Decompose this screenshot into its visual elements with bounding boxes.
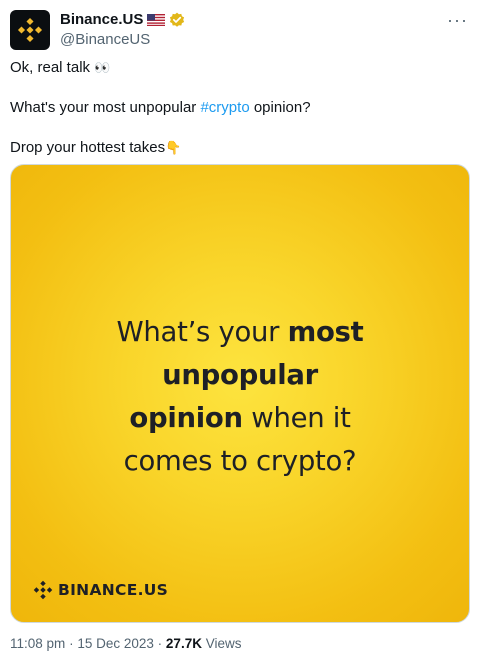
eyes-emoji-icon: 👀 [94, 60, 111, 75]
tweet-text: Ok, real talk 👀 What's your most unpopul… [10, 58, 470, 158]
image-brand-logo: BINANCE.US [33, 580, 168, 600]
pointing-down-emoji-icon: 👇 [165, 140, 182, 155]
meta-separator: · [157, 636, 163, 651]
tweet-metadata: 11:08 pm · 15 Dec 2023 · 27.7K Views [10, 636, 242, 651]
avatar[interactable] [10, 10, 50, 50]
binance-logo-icon [17, 17, 43, 43]
author-name-row[interactable]: Binance.US [60, 11, 185, 28]
views-count[interactable]: 27.7K [166, 636, 202, 651]
display-name[interactable]: Binance.US [60, 11, 143, 28]
image-headline: What’s your most unpopular opinion when … [116, 316, 364, 477]
tweet-date[interactable]: 15 Dec 2023 [77, 636, 154, 651]
more-options-icon[interactable]: ··· [447, 10, 468, 31]
author-handle[interactable]: @BinanceUS [60, 31, 150, 48]
us-flag-icon [147, 13, 166, 26]
binance-logo-icon [33, 580, 53, 600]
tweet-image[interactable]: What’s your most unpopular opinion when … [10, 164, 470, 623]
hashtag-link[interactable]: #crypto [200, 99, 249, 116]
tweet-line-2: What's your most unpopular #crypto opini… [10, 99, 311, 116]
views-label: Views [205, 636, 242, 651]
gold-verified-badge-icon[interactable] [169, 12, 185, 28]
tweet-line-1: Ok, real talk 👀 [10, 59, 111, 76]
meta-separator: · [69, 636, 74, 651]
tweet-line-3: Drop your hottest takes👇 [10, 139, 182, 156]
tweet-time[interactable]: 11:08 pm [10, 636, 65, 651]
image-logo-text: BINANCE.US [58, 581, 169, 599]
